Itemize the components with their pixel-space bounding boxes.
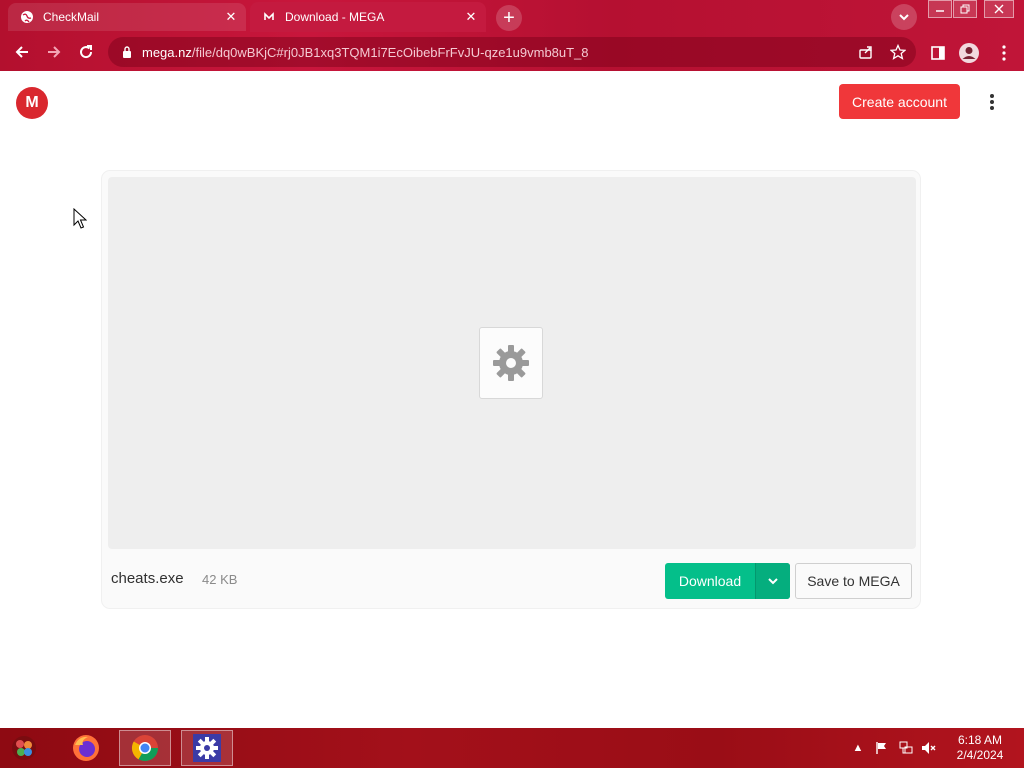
taskbar-settings[interactable]: [181, 730, 233, 766]
settings-gear-icon: [193, 734, 221, 762]
mega-logo[interactable]: M: [16, 87, 48, 119]
close-tab-icon[interactable]: ✕: [460, 6, 482, 28]
arrow-left-icon: [15, 46, 28, 58]
page-menu-icon[interactable]: [985, 91, 999, 113]
restore-button[interactable]: [953, 0, 977, 18]
start-orb-icon: [12, 736, 36, 760]
mouse-cursor-icon: [73, 208, 87, 229]
mega-page: M Create account cheats.exe 42 KB Downlo…: [0, 71, 1024, 728]
chevron-down-icon: [768, 578, 778, 585]
gear-icon: [493, 345, 529, 381]
reload-button[interactable]: [72, 38, 100, 66]
globe-icon: [20, 10, 34, 24]
taskbar: ▲ 6:18 AM 2/4/2024: [0, 728, 1024, 768]
close-tab-icon[interactable]: ✕: [220, 6, 242, 28]
share-icon[interactable]: [858, 44, 874, 60]
minimize-icon: [936, 10, 944, 12]
network-icon[interactable]: [898, 740, 914, 756]
side-panel-icon[interactable]: [927, 42, 949, 64]
reload-icon: [80, 45, 93, 59]
file-preview: [108, 177, 916, 549]
file-card: cheats.exe 42 KB Download Save to MEGA: [102, 171, 920, 608]
browser-menu-icon[interactable]: [993, 42, 1015, 64]
create-account-button[interactable]: Create account: [839, 84, 960, 119]
save-to-mega-button[interactable]: Save to MEGA: [795, 563, 912, 599]
firefox-icon: [73, 735, 99, 761]
back-button[interactable]: [8, 38, 36, 66]
volume-muted-icon[interactable]: [921, 740, 937, 756]
new-tab-button[interactable]: +: [496, 5, 522, 31]
action-center-flag-icon[interactable]: [874, 740, 890, 756]
minimize-button[interactable]: [928, 0, 952, 18]
download-button[interactable]: Download: [665, 563, 790, 599]
bookmark-star-icon[interactable]: [890, 44, 906, 60]
browser-toolbar: mega.nz/file/dq0wBKjC#rj0JB1xq3TQM1i7EcO…: [0, 34, 1024, 71]
url-path: /file/dq0wBKjC#rj0JB1xq3TQM1i7EcOibebFrF…: [191, 44, 589, 60]
download-label[interactable]: Download: [665, 563, 755, 599]
start-button[interactable]: [6, 732, 42, 764]
url-host: mega.nz: [142, 44, 192, 60]
address-bar[interactable]: mega.nz/file/dq0wBKjC#rj0JB1xq3TQM1i7EcO…: [108, 37, 916, 67]
mega-favicon: [262, 10, 276, 24]
clock-date: 2/4/2024: [956, 748, 1004, 762]
forward-button[interactable]: [40, 38, 68, 66]
chrome-icon: [131, 735, 159, 762]
tab-strip: CheckMail ✕ Download - MEGA ✕ +: [0, 0, 1024, 34]
file-type-tile: [479, 327, 543, 399]
tab-title: CheckMail: [43, 10, 100, 24]
close-icon: [994, 4, 1004, 14]
tab-search-button[interactable]: [891, 4, 917, 30]
tab-title: Download - MEGA: [285, 10, 385, 24]
chevron-down-icon: [899, 14, 909, 21]
taskbar-firefox[interactable]: [60, 730, 112, 766]
browser-chrome: CheckMail ✕ Download - MEGA ✕ + mega.nz/…: [0, 0, 1024, 71]
system-clock[interactable]: 6:18 AM 2/4/2024: [948, 733, 1012, 763]
profile-avatar-icon[interactable]: [958, 42, 980, 64]
lock-icon: [120, 45, 134, 59]
close-window-button[interactable]: [984, 0, 1014, 18]
taskbar-chrome[interactable]: [119, 730, 171, 766]
restore-icon: [960, 4, 970, 14]
tab-mega[interactable]: Download - MEGA ✕: [250, 2, 486, 32]
clock-time: 6:18 AM: [957, 733, 1003, 747]
arrow-right-icon: [48, 46, 61, 58]
file-name: cheats.exe: [111, 570, 184, 587]
url-text: mega.nz/file/dq0wBKjC#rj0JB1xq3TQM1i7EcO…: [142, 45, 589, 60]
download-options-button[interactable]: [755, 563, 790, 599]
show-hidden-icons[interactable]: ▲: [850, 740, 866, 756]
file-size: 42 KB: [202, 572, 238, 587]
tab-checkmail[interactable]: CheckMail ✕: [8, 3, 246, 31]
